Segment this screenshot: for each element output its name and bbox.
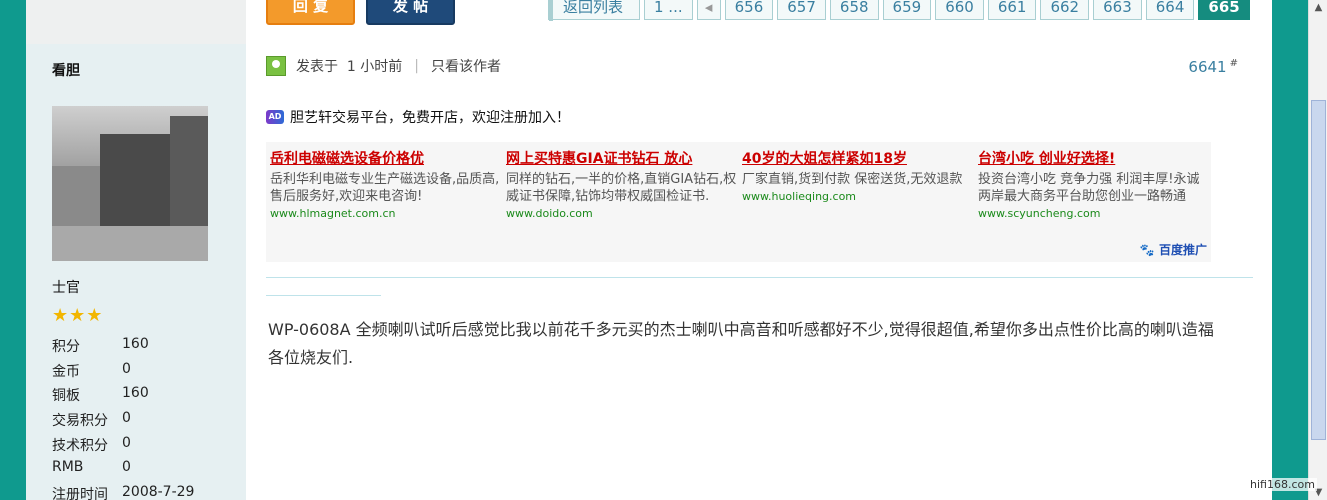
only-author-link[interactable]: 只看该作者 bbox=[431, 56, 501, 76]
stat-label: 铜板 bbox=[52, 388, 80, 405]
ad-desc: 厂家直销,货到付款 保密送货,无效退款 bbox=[742, 172, 963, 187]
ad-item[interactable]: 台湾小吃 创业好选择! 投资台湾小吃 竞争力强 利润丰厚!永诚两岸最大商务平台助… bbox=[978, 148, 1210, 220]
stat-row: 交易积分 0 bbox=[52, 410, 194, 435]
floor-number: 6641 bbox=[1188, 58, 1227, 76]
stat-value: 0 bbox=[122, 434, 131, 451]
page-link[interactable]: 661 bbox=[987, 0, 1037, 20]
ad-url[interactable]: www.huolieqing.com bbox=[742, 190, 974, 203]
ad-title[interactable]: 岳利电磁磁选设备价格优 bbox=[270, 148, 502, 168]
meta-divider: | bbox=[414, 58, 419, 74]
ad-item[interactable]: 岳利电磁磁选设备价格优 岳利华利电磁专业生产磁选设备,品质高,售后服务好,欢迎来… bbox=[270, 148, 502, 220]
stat-label: 积分 bbox=[52, 339, 80, 355]
ad-title[interactable]: 台湾小吃 创业好选择! bbox=[978, 148, 1210, 168]
online-user-icon bbox=[266, 56, 286, 76]
stat-row: 注册时间 2008-7-29 bbox=[52, 484, 194, 500]
ad-notice-text: 胆艺轩交易平台，免费开店，欢迎注册加入！ bbox=[290, 110, 570, 126]
post-meta: 发表于 1 小时前 | 只看该作者 bbox=[266, 56, 501, 76]
forum-page: 回 复 发 帖 返回列表 1 ... ◂ 656 657 658 659 660… bbox=[26, 0, 1272, 500]
top-toolbar: 回 复 发 帖 返回列表 1 ... ◂ 656 657 658 659 660… bbox=[26, 0, 1272, 44]
paw-icon: 🐾 bbox=[1139, 243, 1155, 257]
pagination: 返回列表 1 ... ◂ 656 657 658 659 660 661 662… bbox=[548, 0, 1250, 21]
stat-label: 技术积分 bbox=[52, 437, 108, 454]
ad-desc: 同样的钻石,一半的价格,直销GIA钻石,权威证书保障,钻饰均带权威国检证书. bbox=[506, 172, 737, 204]
page-first-link[interactable]: 1 ... bbox=[644, 0, 693, 20]
avatar[interactable] bbox=[52, 106, 208, 261]
scrollbar-thumb[interactable] bbox=[1311, 100, 1326, 440]
ad-desc: 岳利华利电磁专业生产磁选设备,品质高,售后服务好,欢迎来电咨询! bbox=[270, 172, 500, 204]
ad-url[interactable]: www.scyuncheng.com bbox=[978, 207, 1210, 220]
baidu-promo-logo[interactable]: 🐾 百度推广 bbox=[1140, 241, 1207, 258]
site-watermark: hifi168.com bbox=[1248, 478, 1317, 491]
post-floor-number[interactable]: 6641 # bbox=[1188, 58, 1238, 76]
stat-label: 交易积分 bbox=[52, 413, 108, 430]
ad-badge-icon: AD bbox=[266, 110, 284, 124]
ad-item[interactable]: 网上买特惠GIA证书钻石 放心 同样的钻石,一半的价格,直销GIA钻石,权威证书… bbox=[506, 148, 738, 220]
sidebar-top-fill bbox=[26, 0, 246, 44]
scroll-up-arrow-icon[interactable]: ▲ bbox=[1311, 0, 1326, 15]
stat-row: RMB 0 bbox=[52, 459, 194, 484]
stat-value: 0 bbox=[122, 410, 131, 427]
page-link[interactable]: 664 bbox=[1145, 0, 1195, 20]
back-to-list-link[interactable]: 返回列表 bbox=[548, 0, 640, 21]
page-link[interactable]: 658 bbox=[829, 0, 879, 20]
author-name-link[interactable]: 看胆 bbox=[52, 60, 80, 80]
vertical-scrollbar[interactable]: ▲ ▼ bbox=[1308, 0, 1327, 500]
page-link[interactable]: 663 bbox=[1093, 0, 1142, 20]
floor-sup: # bbox=[1229, 58, 1238, 69]
ad-title[interactable]: 40岁的大姐怎样紧如18岁 bbox=[742, 148, 974, 168]
avatar-building bbox=[100, 134, 172, 226]
divider bbox=[266, 277, 1253, 278]
sponsored-ads: 岳利电磁磁选设备价格优 岳利华利电磁专业生产磁选设备,品质高,售后服务好,欢迎来… bbox=[266, 142, 1211, 262]
stat-value: 0 bbox=[122, 459, 131, 476]
rank-stars-icon: ★★★ bbox=[52, 305, 104, 326]
page-link[interactable]: 656 bbox=[724, 0, 774, 20]
avatar-building bbox=[170, 116, 208, 236]
page-link[interactable]: 662 bbox=[1040, 0, 1090, 20]
author-stats: 积分 160 金币 0 铜板 160 交易积分 0 技术积分 0 RMB 0 注册时间 200… bbox=[52, 336, 194, 500]
stat-label: RMB bbox=[52, 459, 84, 476]
stat-value: 0 bbox=[122, 360, 131, 377]
page-link[interactable]: 657 bbox=[777, 0, 826, 20]
stat-value: 2008-7-29 bbox=[122, 484, 195, 500]
posted-time: 1 小时前 bbox=[346, 59, 403, 75]
baidu-label: 百度推广 bbox=[1158, 243, 1207, 257]
avatar-street bbox=[52, 226, 208, 261]
ad-url[interactable]: www.doido.com bbox=[506, 207, 738, 220]
ad-title[interactable]: 网上买特惠GIA证书钻石 放心 bbox=[506, 148, 738, 168]
ad-item[interactable]: 40岁的大姐怎样紧如18岁 厂家直销,货到付款 保密送货,无效退款 www.hu… bbox=[742, 148, 974, 203]
stat-row: 积分 160 bbox=[52, 336, 194, 361]
ad-notice[interactable]: AD 胆艺轩交易平台，免费开店，欢迎注册加入！ bbox=[266, 107, 570, 127]
page-link[interactable]: 659 bbox=[882, 0, 932, 20]
stat-value: 160 bbox=[122, 336, 149, 352]
ad-desc: 投资台湾小吃 竞争力强 利润丰厚!永诚两岸最大商务平台助您创业一路畅通 bbox=[978, 172, 1200, 204]
ad-url[interactable]: www.hlmagnet.com.cn bbox=[270, 207, 502, 220]
reply-button[interactable]: 回 复 bbox=[266, 0, 355, 25]
stat-row: 技术积分 0 bbox=[52, 435, 194, 460]
stat-row: 金币 0 bbox=[52, 361, 194, 386]
stat-row: 铜板 160 bbox=[52, 385, 194, 410]
author-rank: 士官 bbox=[52, 280, 80, 296]
page-link[interactable]: 660 bbox=[935, 0, 984, 20]
stat-label: 注册时间 bbox=[52, 487, 108, 500]
current-page: 665 bbox=[1198, 0, 1250, 20]
posted-prefix: 发表于 bbox=[296, 59, 338, 75]
prev-page-arrow-icon[interactable]: ◂ bbox=[696, 0, 721, 20]
divider bbox=[266, 295, 381, 296]
avatar-building bbox=[52, 166, 102, 226]
post-content: WP-0608A 全频喇叭试听后感觉比我以前花千多元买的杰士喇叭中高音和听感都好… bbox=[268, 320, 1214, 367]
stat-value: 160 bbox=[122, 385, 149, 402]
new-post-button[interactable]: 发 帖 bbox=[366, 0, 455, 25]
stat-label: 金币 bbox=[52, 363, 80, 380]
